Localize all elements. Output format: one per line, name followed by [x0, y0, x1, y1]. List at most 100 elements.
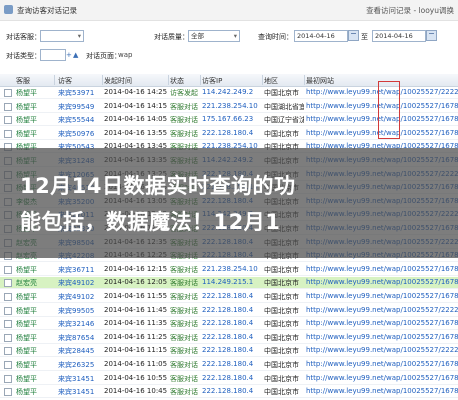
url-link[interactable]: http://www.leyu99.net/wap/10025527/1678/…: [306, 360, 458, 368]
header-url[interactable]: 最初网站: [306, 76, 334, 86]
operator-cell: 杨望平: [16, 347, 37, 356]
calendar-icon[interactable]: [426, 30, 437, 41]
ip-link[interactable]: 222.128.180.4: [202, 129, 262, 137]
table-row[interactable]: 杨望平 来宾26325 2014-04-16 11:05 客服对话 222.128.18…: [0, 359, 458, 371]
table-row[interactable]: 杨望平 来宾28445 2014-04-16 11:15 客服对话 222.128.18…: [0, 345, 458, 358]
url-link[interactable]: http://www.leyu99.net/wap/10025527/1678/…: [306, 278, 458, 286]
table-row[interactable]: 杨望平 来宾36711 2014-04-16 12:15 客服对话 221.238.25…: [0, 263, 458, 276]
header-region[interactable]: 地区: [264, 76, 278, 86]
visitor-link[interactable]: 来宾99549: [58, 102, 102, 112]
row-checkbox[interactable]: [4, 347, 12, 356]
visitor-link[interactable]: 来宾32146: [58, 319, 102, 329]
ip-link[interactable]: 175.167.66.23: [202, 115, 262, 123]
operator-cell: 杨望平: [16, 265, 37, 274]
row-checkbox[interactable]: [4, 293, 12, 301]
url-link[interactable]: http://www.leyu99.net/wap/10025527/1678/…: [306, 374, 458, 382]
row-checkbox[interactable]: [4, 374, 12, 383]
visitor-link[interactable]: 来宾99505: [58, 306, 102, 316]
ip-link[interactable]: 222.128.180.4: [202, 292, 262, 300]
add-icon[interactable]: +: [66, 51, 72, 59]
ip-link[interactable]: 222.128.180.4: [202, 374, 262, 382]
time-cell: 2014-04-16 11:25: [104, 332, 168, 341]
region-cell: 中国辽宁省沈阳: [264, 116, 304, 125]
table-row[interactable]: 杨望平 来宾49102 2014-04-16 11:55 客服对话 222.128.18…: [0, 291, 458, 303]
time-cell: 2014-04-16 11:05: [104, 360, 168, 368]
row-checkbox[interactable]: [4, 102, 12, 111]
visitor-link[interactable]: 来宾50976: [58, 129, 102, 139]
table-row[interactable]: 杨望平 来宾87654 2014-04-16 11:25 客服对话 222.128.18…: [0, 331, 458, 344]
region-cell: 中国北京市: [264, 347, 299, 356]
row-checkbox[interactable]: [4, 333, 12, 342]
status-cell: 客服对话: [170, 347, 198, 356]
ip-link[interactable]: 222.128.180.4: [202, 346, 262, 354]
url-link[interactable]: http://www.leyu99.net/wap/10025527/2222/…: [306, 346, 458, 354]
operator-cell: 杨望平: [16, 102, 37, 111]
table-row[interactable]: 杨望平 来宾32146 2014-04-16 11:35 客服对话 222.128.18…: [0, 318, 458, 331]
url-link[interactable]: http://www.leyu99.net/wap/10025527/2222/…: [306, 306, 458, 314]
table-row[interactable]: 杨望平 来宾31451 2014-04-16 10:55 客服对话 222.128.18…: [0, 372, 458, 385]
type-select[interactable]: [40, 49, 66, 61]
status-cell: 客服对话: [170, 102, 198, 111]
region-cell: 中国北京市: [264, 361, 299, 369]
row-checkbox[interactable]: [4, 116, 12, 125]
header-time[interactable]: 发起时间: [104, 76, 132, 86]
row-checkbox[interactable]: [4, 320, 12, 329]
row-checkbox[interactable]: [4, 89, 12, 97]
header-operator[interactable]: 客服: [16, 76, 30, 86]
header-visitor[interactable]: 访客: [58, 76, 72, 86]
ip-link[interactable]: 221.238.254.10: [202, 265, 262, 273]
status-cell: 客服对话: [170, 388, 198, 397]
url-link[interactable]: http://www.leyu99.net/wap/10025527/1678/…: [306, 319, 458, 327]
ip-link[interactable]: 222.128.180.4: [202, 387, 262, 395]
url-link[interactable]: http://www.leyu99.net/wap/10025527/1678/…: [306, 292, 458, 300]
visitor-link[interactable]: 来宾49102: [58, 278, 102, 288]
operator-cell: 赵宏亮: [16, 279, 37, 288]
app-icon: [4, 5, 13, 14]
visitor-link[interactable]: 来宾31451: [58, 374, 102, 384]
visitor-link[interactable]: 来宾49102: [58, 292, 102, 302]
visitor-link[interactable]: 来宾36711: [58, 265, 102, 275]
visitor-link[interactable]: 来宾55544: [58, 115, 102, 125]
header-ip[interactable]: 访客IP: [202, 76, 222, 86]
ip-link[interactable]: 114.242.249.2: [202, 88, 262, 96]
url-link[interactable]: http://www.leyu99.net/wap/10025527/1678/…: [306, 387, 458, 395]
region-cell: 中国北京市: [264, 265, 299, 274]
operator-label: 对话客服：: [6, 33, 41, 41]
status-cell: 客服对话: [170, 374, 198, 383]
remove-icon[interactable]: ▲: [73, 51, 78, 59]
operator-cell: 杨望平: [16, 89, 37, 97]
row-checkbox[interactable]: [4, 279, 12, 288]
table-row[interactable]: 杨望平 来宾99505 2014-04-16 11:45 客服对话 222.128.18…: [0, 304, 458, 317]
ip-link[interactable]: 221.238.254.10: [202, 102, 262, 110]
row-checkbox[interactable]: [4, 265, 12, 274]
url-link[interactable]: http://www.leyu99.net/wap/10025527/1678/…: [306, 265, 458, 273]
region-cell: 中国北京市: [264, 374, 299, 383]
ip-link[interactable]: 222.128.180.4: [202, 306, 262, 314]
visitor-link[interactable]: 来宾31451: [58, 387, 102, 397]
region-cell: 中国北京市: [264, 320, 299, 329]
row-checkbox[interactable]: [4, 129, 12, 138]
ip-link[interactable]: 222.128.180.4: [202, 333, 262, 341]
time-cell: 2014-04-16 12:15: [104, 264, 168, 273]
time-cell: 2014-04-16 14:05: [104, 115, 168, 124]
calendar-icon[interactable]: [348, 30, 359, 41]
date-from-input[interactable]: 2014-04-16: [294, 30, 348, 42]
time-cell: 2014-04-16 13:55: [104, 128, 168, 137]
url-link[interactable]: http://www.leyu99.net/wap/10025527/1678/…: [306, 333, 458, 341]
operator-select[interactable]: ▾: [40, 30, 84, 42]
table-row[interactable]: 杨望平 来宾31451 2014-04-16 10:45 客服对话 222.128.18…: [0, 386, 458, 399]
header-status[interactable]: 状态: [170, 76, 184, 86]
visitor-link[interactable]: 来宾87654: [58, 333, 102, 343]
row-checkbox[interactable]: [4, 361, 12, 369]
row-checkbox[interactable]: [4, 306, 12, 315]
visitor-link[interactable]: 来宾26325: [58, 360, 102, 370]
date-to-input[interactable]: 2014-04-16: [372, 30, 426, 42]
row-checkbox[interactable]: [4, 388, 12, 397]
visitor-link[interactable]: 来宾53971: [58, 88, 102, 98]
visitor-link[interactable]: 来宾28445: [58, 346, 102, 356]
ip-link[interactable]: 222.128.180.4: [202, 319, 262, 327]
table-row[interactable]: 赵宏亮 来宾49102 2014-04-16 12:05 客服对话 114.249.21…: [0, 277, 458, 290]
ip-link[interactable]: 222.128.180.4: [202, 360, 262, 368]
quality-select[interactable]: 全部 ▾: [188, 30, 240, 42]
ip-link[interactable]: 114.249.215.1: [202, 278, 262, 286]
